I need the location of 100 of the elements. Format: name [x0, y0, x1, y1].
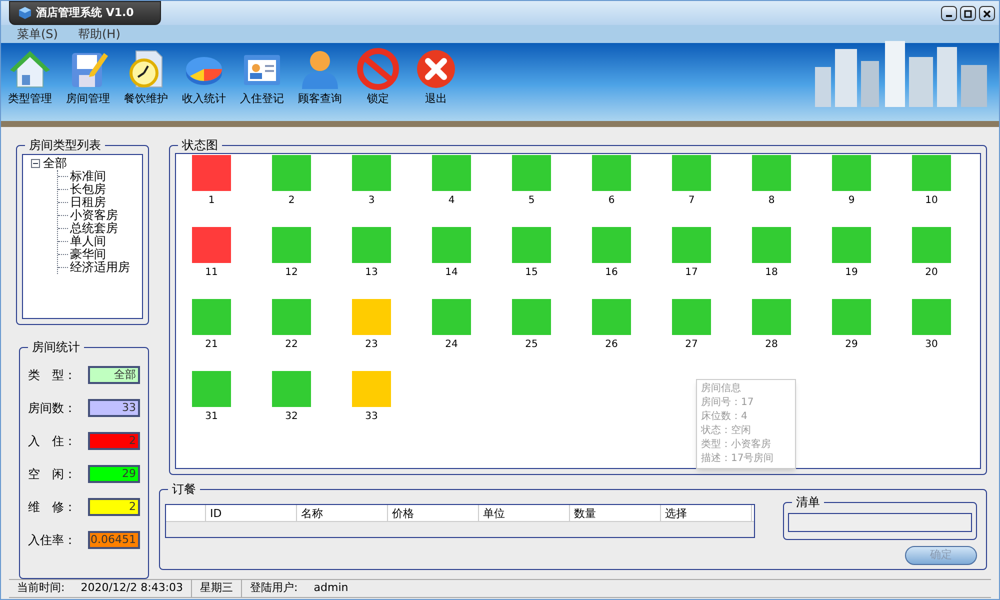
room-tile[interactable] — [272, 155, 311, 191]
room-number: 17 — [685, 266, 698, 280]
room-number: 10 — [925, 194, 938, 208]
room-tile[interactable] — [352, 155, 391, 191]
tree-item[interactable]: 总统套房 — [70, 222, 118, 235]
room-tile[interactable] — [352, 371, 391, 407]
room-number: 33 — [365, 410, 378, 424]
room-tile[interactable] — [512, 227, 551, 263]
room-tile[interactable] — [752, 299, 791, 335]
tree-item[interactable]: 长包房 — [70, 183, 106, 196]
collapse-toggle-icon[interactable] — [31, 159, 40, 168]
close-icon — [983, 10, 991, 18]
room-number: 4 — [448, 194, 455, 208]
maximize-button[interactable] — [960, 6, 976, 21]
room-tile[interactable] — [272, 371, 311, 407]
column-header[interactable]: 单位 — [479, 505, 570, 521]
room-tile[interactable] — [752, 227, 791, 263]
room-number: 31 — [205, 410, 218, 424]
room-tile[interactable] — [352, 299, 391, 335]
room-number: 32 — [285, 410, 298, 424]
column-header[interactable]: 选择 — [661, 505, 752, 521]
stat-value: 29 — [88, 465, 140, 483]
room-number: 29 — [845, 338, 858, 352]
room-tile[interactable] — [432, 227, 471, 263]
status-text: 登陆用户: — [241, 580, 306, 596]
room-tile[interactable] — [352, 227, 391, 263]
maximize-icon — [964, 10, 972, 18]
column-header[interactable]: 价格 — [388, 505, 479, 521]
tooltip-line: 类型：小资客房 — [701, 438, 772, 452]
room-tile[interactable] — [432, 299, 471, 335]
status-text: admin — [312, 580, 350, 596]
toolbar-button[interactable]: 顾客查询 — [291, 46, 349, 107]
room-tile[interactable] — [672, 155, 711, 191]
toolbar-button[interactable]: 入住登记 — [233, 46, 291, 107]
tree-item[interactable]: 单人间 — [70, 235, 106, 248]
room-number: 14 — [445, 266, 458, 280]
tooltip-line: 描述：17号房间 — [701, 452, 775, 466]
stat-value: 0.06451 — [88, 531, 140, 549]
toolbar-button[interactable]: 餐饮维护 — [117, 46, 175, 107]
stat-label: 类 型： — [28, 367, 76, 384]
room-tile[interactable] — [592, 299, 631, 335]
room-tile[interactable] — [912, 299, 951, 335]
tree-item[interactable]: 豪华间 — [70, 248, 106, 261]
column-header[interactable]: ID — [206, 505, 297, 521]
room-tile[interactable] — [752, 155, 791, 191]
group-title: 状态图 — [178, 137, 222, 153]
menu-item[interactable]: 帮助(H) — [78, 25, 120, 43]
room-tile[interactable] — [832, 155, 871, 191]
room-tile[interactable] — [432, 155, 471, 191]
close-button[interactable] — [979, 6, 995, 21]
room-number: 3 — [368, 194, 375, 208]
room-tile[interactable] — [912, 227, 951, 263]
room-number: 2 — [288, 194, 295, 208]
stat-label: 入住率： — [28, 532, 76, 549]
tree-item[interactable]: 日租房 — [70, 196, 106, 209]
room-tile[interactable] — [832, 227, 871, 263]
toolbar-button[interactable]: 类型管理 — [1, 46, 59, 107]
room-number: 1 — [208, 194, 215, 208]
order-list-field[interactable] — [788, 513, 972, 532]
tree-item[interactable]: 全部 — [43, 157, 67, 170]
group-title: 订餐 — [168, 481, 200, 497]
room-tile[interactable] — [832, 299, 871, 335]
tree-item[interactable]: 经济适用房 — [70, 261, 130, 274]
room-number: 12 — [285, 266, 298, 280]
status-text: 2020/12/2 8:43:03 — [80, 580, 184, 596]
room-number: 11 — [205, 266, 218, 280]
toolbar-button[interactable]: 退出 — [407, 46, 465, 107]
tooltip-line: 状态：空闲 — [701, 424, 752, 438]
room-tile[interactable] — [192, 155, 231, 191]
room-tile[interactable] — [592, 155, 631, 191]
room-tile[interactable] — [512, 155, 551, 191]
room-number: 19 — [845, 266, 858, 280]
tree-item[interactable]: 标准间 — [70, 170, 106, 183]
cube-icon — [18, 6, 32, 20]
room-tile[interactable] — [592, 227, 631, 263]
toolbar-button[interactable]: 房间管理 — [59, 46, 117, 107]
menu-item[interactable]: 菜单(S) — [17, 25, 58, 43]
minimize-button[interactable] — [941, 6, 957, 21]
column-header[interactable]: 名称 — [297, 505, 388, 521]
room-tile[interactable] — [912, 155, 951, 191]
room-tile[interactable] — [192, 227, 231, 263]
room-number: 5 — [528, 194, 535, 208]
status-text: 星期三 — [191, 580, 242, 596]
room-tile[interactable] — [272, 299, 311, 335]
stat-value: 2 — [88, 498, 140, 516]
stat-label: 维 修： — [28, 499, 76, 516]
tooltip-line: 房间号：17 — [701, 396, 755, 410]
room-number: 24 — [445, 338, 458, 352]
room-tile[interactable] — [272, 227, 311, 263]
toolbar-button[interactable]: 锁定 — [349, 46, 407, 107]
room-tile[interactable] — [672, 299, 711, 335]
tree-item[interactable]: 小资客房 — [70, 209, 118, 222]
room-tile[interactable] — [512, 299, 551, 335]
toolbar-button[interactable]: 收入统计 — [175, 46, 233, 107]
room-tile[interactable] — [192, 371, 231, 407]
room-tile[interactable] — [192, 299, 231, 335]
tooltip-line: 房间信息 — [701, 382, 742, 396]
column-header[interactable]: 数量 — [570, 505, 661, 521]
room-tile[interactable] — [672, 227, 711, 263]
stat-value: 全部 — [88, 366, 140, 384]
